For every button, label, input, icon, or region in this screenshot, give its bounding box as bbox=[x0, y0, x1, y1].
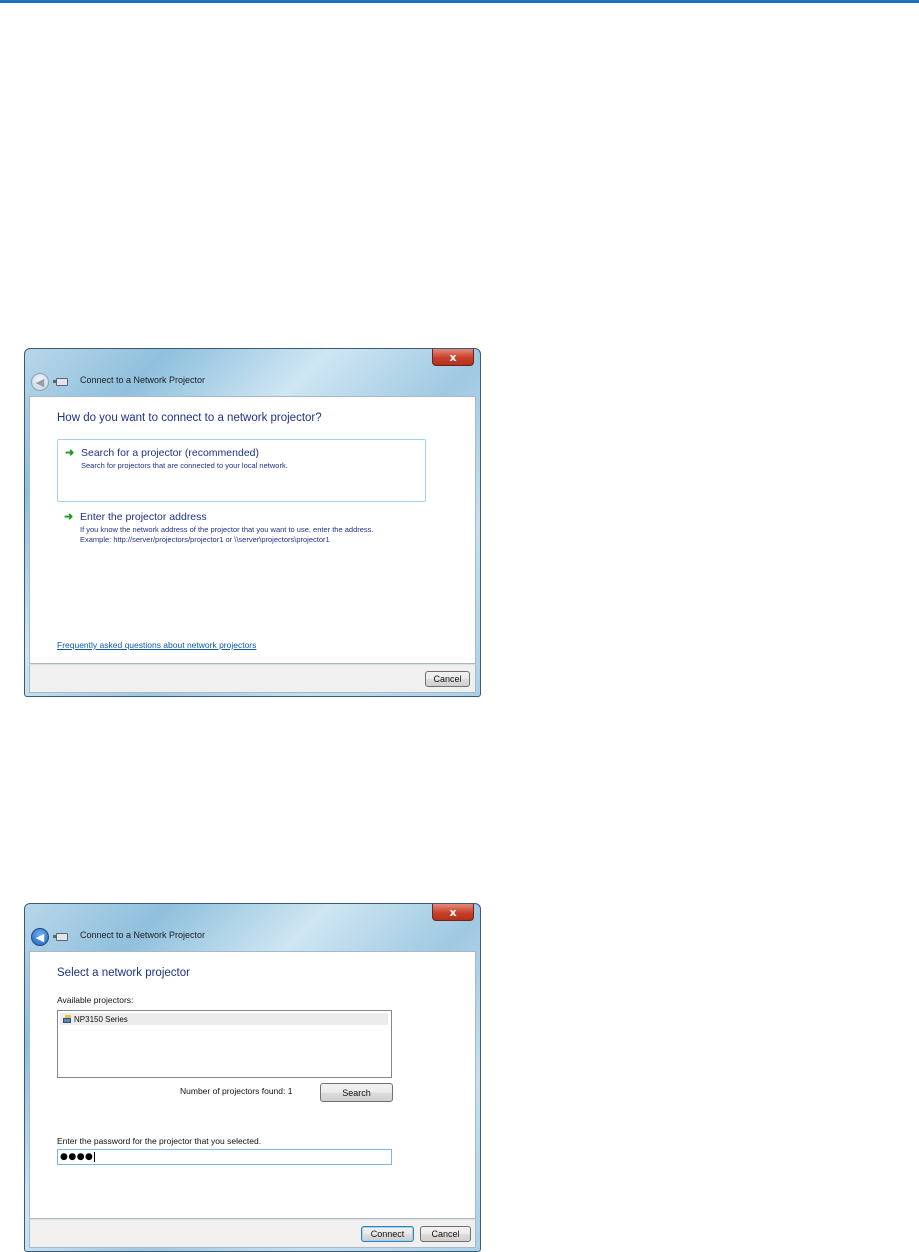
option-address-title: Enter the projector address bbox=[80, 511, 207, 523]
dialog-footer: Connect Cancel bbox=[29, 1219, 476, 1248]
connect-dialog-select-projector: x ◀ Connect to a Network Projector Selec… bbox=[24, 903, 481, 1252]
dialog-footer: Cancel bbox=[29, 664, 476, 693]
cancel-button[interactable]: Cancel bbox=[420, 1226, 471, 1242]
option-search-title: Search for a projector (recommended) bbox=[81, 447, 259, 459]
back-arrow-icon[interactable]: ◀ bbox=[31, 373, 49, 391]
green-arrow-icon: ➜ bbox=[64, 511, 74, 523]
green-arrow-icon: ➜ bbox=[65, 447, 75, 459]
option-enter-address[interactable]: ➜ Enter the projector address If you kno… bbox=[57, 509, 426, 549]
close-button[interactable]: x bbox=[432, 904, 474, 921]
close-icon: x bbox=[449, 350, 457, 364]
network-projector-icon bbox=[53, 378, 68, 386]
connect-dialog-choose-method: x ◀ Connect to a Network Projector How d… bbox=[24, 348, 481, 697]
option-address-description-1: If you know the network address of the p… bbox=[80, 525, 374, 534]
connect-button[interactable]: Connect bbox=[361, 1226, 414, 1242]
window-title: Connect to a Network Projector bbox=[80, 375, 206, 385]
option-address-description-2: Example: http://server/projectors/projec… bbox=[80, 535, 330, 544]
password-field[interactable]: ●●●● bbox=[57, 1149, 392, 1165]
instruction-heading: Select a network projector bbox=[57, 967, 190, 979]
close-icon: x bbox=[449, 905, 457, 919]
faq-link[interactable]: Frequently asked questions about network… bbox=[57, 640, 256, 650]
window-title: Connect to a Network Projector bbox=[80, 930, 206, 940]
dialog-content: Select a network projector Available pro… bbox=[29, 951, 476, 1219]
projector-name: NP3150 Series bbox=[74, 1014, 128, 1024]
back-arrow-icon[interactable]: ◀ bbox=[31, 928, 49, 946]
projector-list[interactable]: NP3150 Series bbox=[57, 1010, 392, 1078]
password-label: Enter the password for the projector tha… bbox=[57, 1136, 262, 1146]
cancel-button[interactable]: Cancel bbox=[425, 671, 470, 687]
option-search-projector[interactable]: ➜ Search for a projector (recommended) S… bbox=[57, 439, 426, 502]
password-value: ●●●● bbox=[60, 1152, 94, 1162]
available-projectors-label: Available projectors: bbox=[57, 995, 134, 1005]
close-button[interactable]: x bbox=[432, 349, 474, 366]
projectors-found-count: Number of projectors found: 1 bbox=[180, 1086, 293, 1096]
option-search-description: Search for projectors that are connected… bbox=[81, 461, 288, 470]
top-accent-rule bbox=[0, 0, 919, 3]
list-item[interactable]: NP3150 Series bbox=[60, 1013, 388, 1025]
text-caret bbox=[94, 1152, 96, 1162]
dialog-content: How do you want to connect to a network … bbox=[29, 396, 476, 664]
network-projector-icon bbox=[53, 933, 68, 941]
instruction-heading: How do you want to connect to a network … bbox=[57, 412, 322, 424]
search-button[interactable]: Search bbox=[320, 1083, 393, 1102]
network-device-icon bbox=[63, 1015, 72, 1023]
